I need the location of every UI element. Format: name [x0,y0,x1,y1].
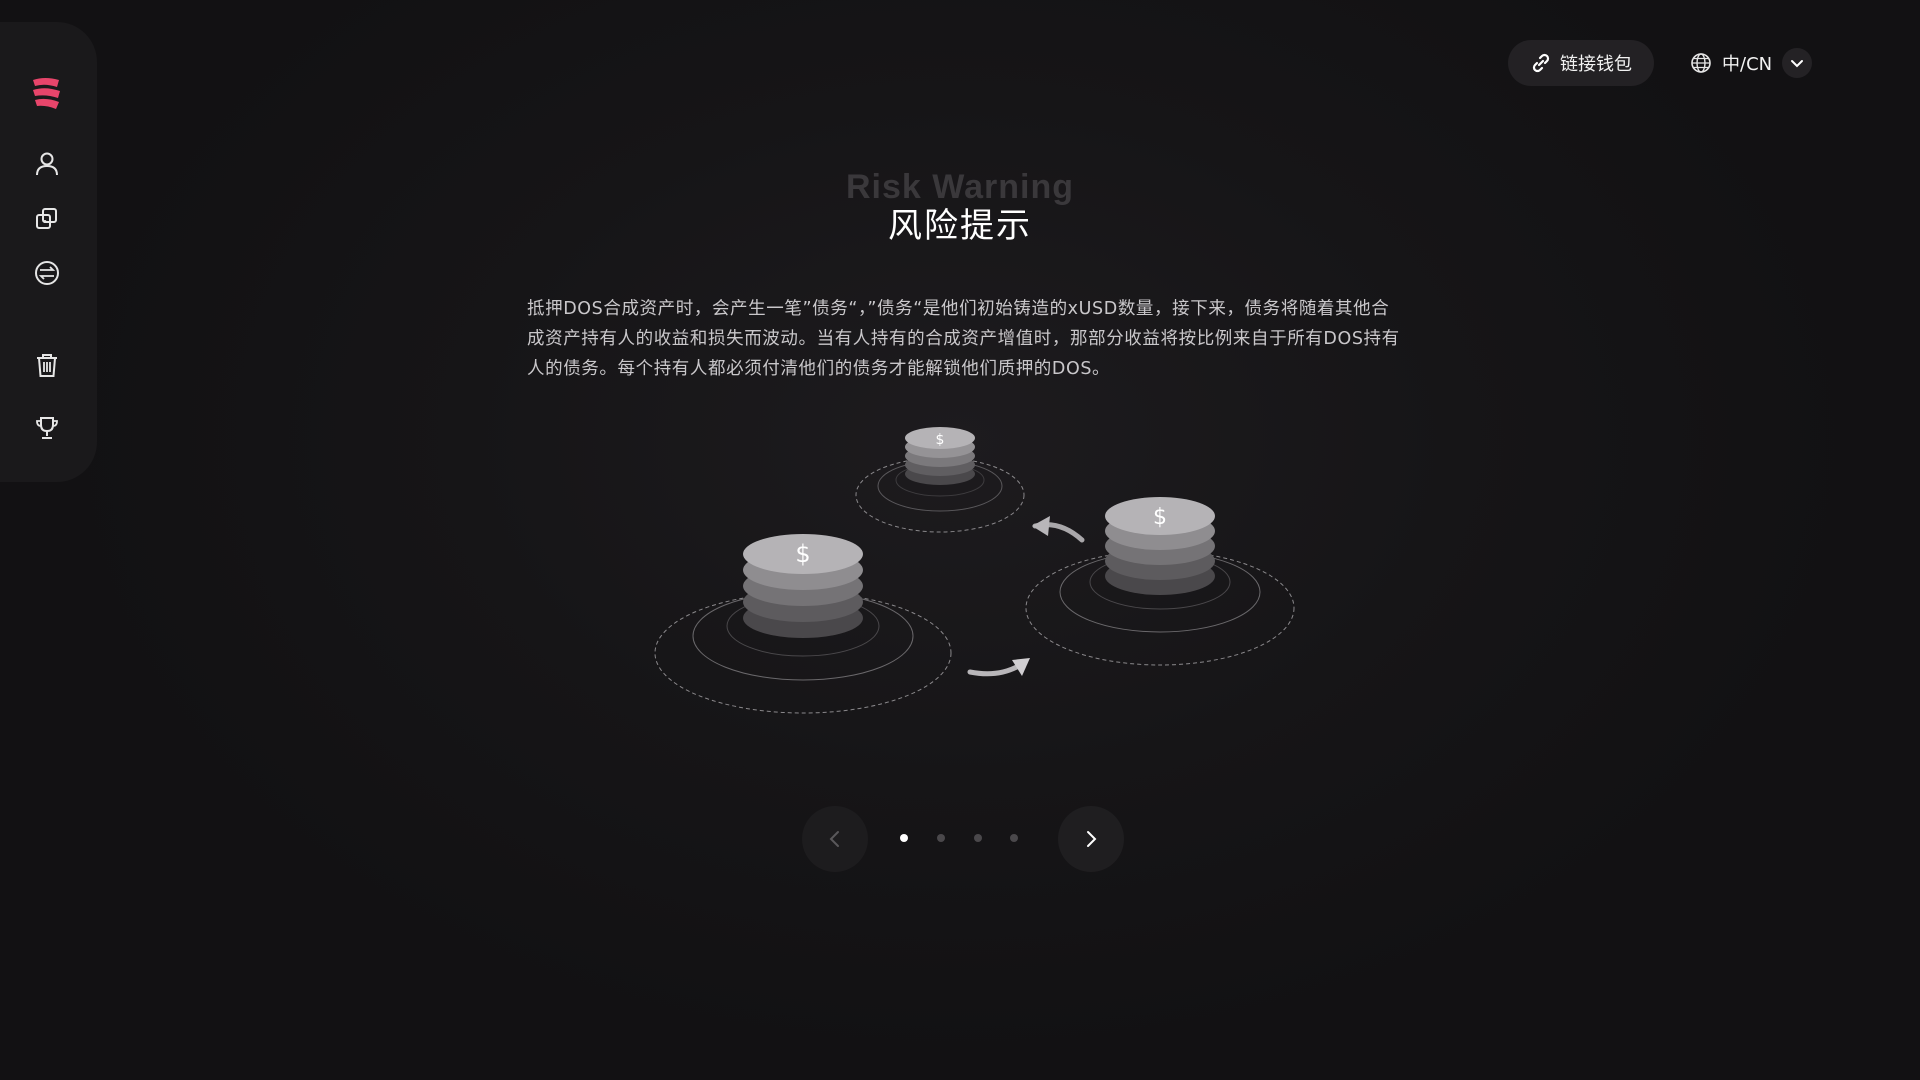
brand-logo[interactable] [31,76,63,110]
sidebar-item-rewards[interactable] [27,408,67,448]
coin-stack-right: $ [1025,497,1295,666]
svg-text:$: $ [1153,505,1167,530]
sidebar [0,22,97,482]
chevron-left-icon [829,831,839,847]
link-icon [1532,53,1550,73]
carousel-next-button[interactable] [1058,806,1124,872]
svg-text:$: $ [936,432,945,448]
carousel-dot-1[interactable] [900,834,908,842]
sidebar-item-burn[interactable] [27,345,67,385]
carousel-dot-3[interactable] [974,834,982,842]
swap-icon [35,261,59,285]
coin-stack-left: $ [654,534,952,714]
trophy-icon [36,417,58,439]
connect-wallet-label: 链接钱包 [1560,54,1632,75]
page-title: 风险提示 [888,206,1032,246]
chevron-right-icon [1087,831,1097,847]
arrow-curved-top [1032,516,1085,543]
trash-icon [37,354,57,377]
carousel-dot-2[interactable] [937,834,945,842]
debt-pool-illustration: $ $ $ [640,420,1320,730]
risk-description: 抵押DOS合成资产时，会产生一笔”债务“，”债务“是他们初始铸造的xUSD数量，… [527,298,1400,379]
carousel-indicators [900,834,1030,844]
coin-symbol: $ [795,540,810,568]
arrow-curved-bottom [967,658,1030,677]
language-selector[interactable]: 中/CN [1690,44,1813,82]
carousel-prev-button[interactable] [802,806,868,872]
language-label: 中/CN [1722,54,1773,75]
sidebar-item-exchange[interactable] [27,253,67,293]
globe-icon [1691,53,1711,73]
page: 链接钱包 中/CN Risk Warning 风险提示 抵押DOS合成资产时，会… [0,0,1920,1080]
language-dropdown-toggle[interactable] [1782,48,1813,78]
chevron-down-icon [1791,60,1804,68]
coin-stack-top: $ [855,427,1025,533]
connect-wallet-button[interactable]: 链接钱包 [1508,40,1654,86]
carousel-dot-4[interactable] [1010,834,1018,842]
